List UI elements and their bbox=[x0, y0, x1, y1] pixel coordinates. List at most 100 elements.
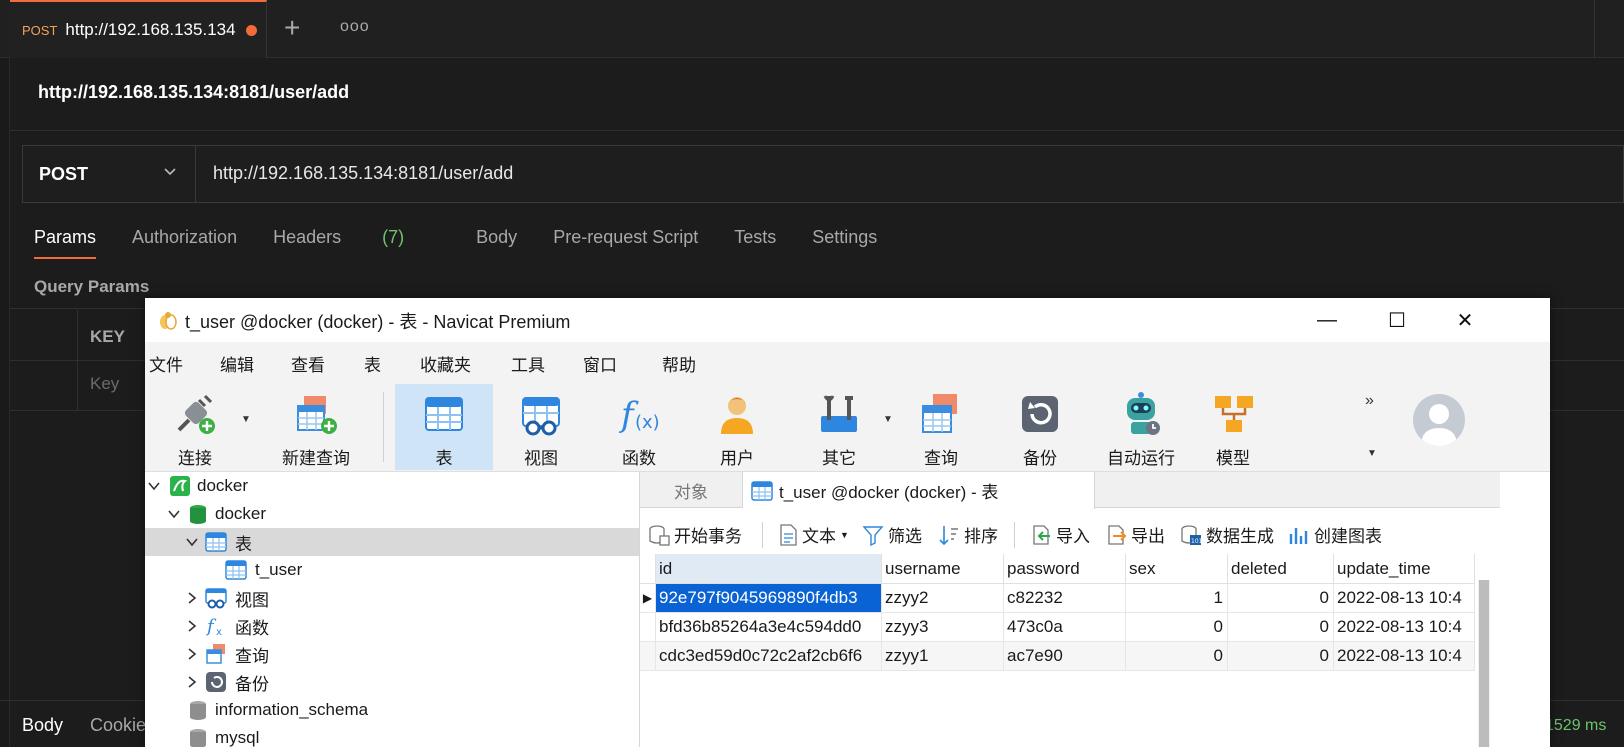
column-header-update-time[interactable]: update_time bbox=[1334, 554, 1475, 584]
transaction-icon bbox=[649, 524, 670, 546]
toolbar-overflow-button[interactable]: » bbox=[1365, 392, 1374, 410]
function-button[interactable]: f (x) 函数 bbox=[599, 384, 679, 470]
tree-database-docker[interactable]: docker bbox=[145, 500, 639, 528]
table-cell[interactable]: 2022-08-13 10:4 bbox=[1334, 642, 1475, 671]
table-cell[interactable]: 0 bbox=[1228, 584, 1334, 613]
table-cell[interactable]: zzyy3 bbox=[882, 613, 1004, 642]
column-header-sex[interactable]: sex bbox=[1126, 554, 1228, 584]
tab-objects[interactable]: 对象 bbox=[640, 472, 743, 508]
create-chart-button[interactable]: 创建图表 bbox=[1288, 522, 1382, 547]
model-button[interactable]: 模型 bbox=[1193, 384, 1273, 470]
menu-file[interactable]: 文件 bbox=[149, 351, 183, 376]
tab-authorization[interactable]: Authorization bbox=[132, 227, 237, 248]
response-tab-cookies[interactable]: Cookie bbox=[90, 715, 146, 736]
connect-button[interactable]: 连接 bbox=[155, 384, 235, 470]
tab-settings[interactable]: Settings bbox=[812, 227, 877, 248]
more-tabs-button[interactable]: ooo bbox=[340, 18, 370, 36]
column-header-deleted[interactable]: deleted bbox=[1228, 554, 1334, 584]
column-header-password[interactable]: password bbox=[1004, 554, 1126, 584]
row-header[interactable] bbox=[640, 642, 656, 671]
table-cell[interactable]: c82232 bbox=[1004, 584, 1126, 613]
row-header[interactable] bbox=[640, 613, 656, 642]
menu-table[interactable]: 表 bbox=[364, 351, 381, 376]
tab-headers[interactable]: Headers (7) bbox=[273, 227, 440, 248]
query-button[interactable]: 查询 bbox=[901, 384, 981, 470]
column-header-username[interactable]: username bbox=[882, 554, 1004, 584]
table-cell[interactable]: 1 bbox=[1126, 584, 1228, 613]
key-input[interactable]: Key bbox=[90, 374, 119, 394]
menu-help[interactable]: 帮助 bbox=[662, 351, 696, 376]
close-button[interactable]: ✕ bbox=[1445, 304, 1485, 336]
new-tab-button[interactable]: + bbox=[284, 12, 300, 44]
table-icon bbox=[205, 532, 227, 552]
toolbar-dropdown-icon[interactable]: ▼ bbox=[1367, 448, 1377, 459]
begin-transaction-button[interactable]: 开始事务 bbox=[648, 522, 742, 547]
table-cell[interactable]: ac7e90 bbox=[1004, 642, 1126, 671]
minimize-button[interactable]: — bbox=[1307, 304, 1347, 336]
column-header-id[interactable]: id bbox=[656, 554, 882, 584]
vertical-scrollbar[interactable] bbox=[1478, 580, 1490, 747]
sort-button[interactable]: 排序 bbox=[938, 522, 998, 547]
view-button[interactable]: 视图 bbox=[501, 384, 581, 470]
table-cell[interactable]: 0 bbox=[1126, 642, 1228, 671]
tree-table-t-user[interactable]: t_user bbox=[145, 556, 639, 584]
menu-favorites[interactable]: 收藏夹 bbox=[420, 351, 471, 376]
tab-body[interactable]: Body bbox=[476, 227, 517, 248]
table-cell[interactable]: 2022-08-13 10:4 bbox=[1334, 613, 1475, 642]
tab-t-user[interactable]: t_user @docker (docker) - 表 bbox=[743, 472, 1095, 509]
menu-tools[interactable]: 工具 bbox=[511, 351, 545, 376]
tree-database-information-schema[interactable]: information_schema bbox=[145, 696, 639, 724]
avatar[interactable] bbox=[1413, 394, 1465, 446]
method-select[interactable]: POST bbox=[23, 146, 196, 202]
tab-params[interactable]: Params bbox=[34, 227, 97, 259]
table-cell[interactable]: 2022-08-13 10:4 bbox=[1334, 584, 1475, 613]
table-cell[interactable]: zzyy1 bbox=[882, 642, 1004, 671]
tree-functions[interactable]: f x 函数 bbox=[145, 612, 639, 640]
navicat-logo-icon bbox=[160, 312, 177, 330]
text-button[interactable]: 文本 ▼ bbox=[778, 522, 849, 547]
data-generation-button[interactable]: 101 数据生成 bbox=[1180, 522, 1274, 547]
tab-tests[interactable]: Tests bbox=[734, 227, 776, 248]
user-button[interactable]: 用户 bbox=[697, 384, 777, 470]
url-input[interactable]: http://192.168.135.134:8181/user/add bbox=[213, 163, 513, 184]
automation-button[interactable]: 自动运行 bbox=[1091, 384, 1191, 470]
new-query-button[interactable]: 新建查询 bbox=[261, 384, 371, 470]
tree-database-mysql[interactable]: mysql bbox=[145, 724, 639, 747]
tree-connection-docker[interactable]: docker bbox=[145, 472, 639, 500]
table-button[interactable]: 表 bbox=[395, 384, 493, 470]
other-dropdown-icon[interactable]: ▼ bbox=[883, 414, 893, 425]
tree-queries[interactable]: 查询 bbox=[145, 640, 639, 668]
text-dropdown-icon[interactable]: ▼ bbox=[840, 530, 849, 540]
menu-bar: 文件 编辑 查看 表 收藏夹 工具 窗口 帮助 bbox=[145, 342, 1550, 380]
table-cell[interactable]: 0 bbox=[1126, 613, 1228, 642]
model-icon bbox=[1215, 396, 1253, 432]
filter-button[interactable]: 筛选 bbox=[862, 522, 922, 547]
export-button[interactable]: 导出 bbox=[1105, 522, 1165, 547]
other-button[interactable]: 其它 bbox=[799, 384, 879, 470]
menu-window[interactable]: 窗口 bbox=[583, 351, 617, 376]
menu-edit[interactable]: 编辑 bbox=[220, 351, 254, 376]
import-button[interactable]: 导入 bbox=[1030, 522, 1090, 547]
connect-dropdown-icon[interactable]: ▼ bbox=[241, 414, 251, 425]
table-cell[interactable]: 0 bbox=[1228, 613, 1334, 642]
postman-sidebar-edge bbox=[0, 58, 10, 747]
request-tab[interactable]: POST http://192.168.135.134 bbox=[10, 0, 267, 58]
request-title[interactable]: http://192.168.135.134:8181/user/add bbox=[38, 82, 349, 103]
tree-views[interactable]: 视图 bbox=[145, 584, 639, 612]
table-cell[interactable]: 0 bbox=[1228, 642, 1334, 671]
backup-button[interactable]: 备份 bbox=[1000, 384, 1080, 470]
table-cell[interactable]: 473c0a bbox=[1004, 613, 1126, 642]
table-cell[interactable]: cdc3ed59d0c72c2af2cb6f6 bbox=[656, 642, 882, 671]
navicat-titlebar[interactable]: t_user @docker (docker) - 表 - Navicat Pr… bbox=[145, 298, 1550, 342]
response-tab-body[interactable]: Body bbox=[22, 715, 63, 736]
maximize-button[interactable]: ☐ bbox=[1377, 304, 1417, 336]
table-cell[interactable]: 92e797f9045969890f4db3 bbox=[656, 584, 882, 613]
table-cell[interactable]: bfd36b85264a3e4c594dd0 bbox=[656, 613, 882, 642]
tools-icon bbox=[821, 395, 857, 432]
table-cell[interactable]: zzyy2 bbox=[882, 584, 1004, 613]
tree-tables[interactable]: 表 bbox=[145, 528, 639, 556]
scrollbar-thumb[interactable] bbox=[1479, 580, 1489, 747]
menu-view[interactable]: 查看 bbox=[291, 351, 325, 376]
tab-prerequest-script[interactable]: Pre-request Script bbox=[553, 227, 698, 248]
tree-backups[interactable]: 备份 bbox=[145, 668, 639, 696]
